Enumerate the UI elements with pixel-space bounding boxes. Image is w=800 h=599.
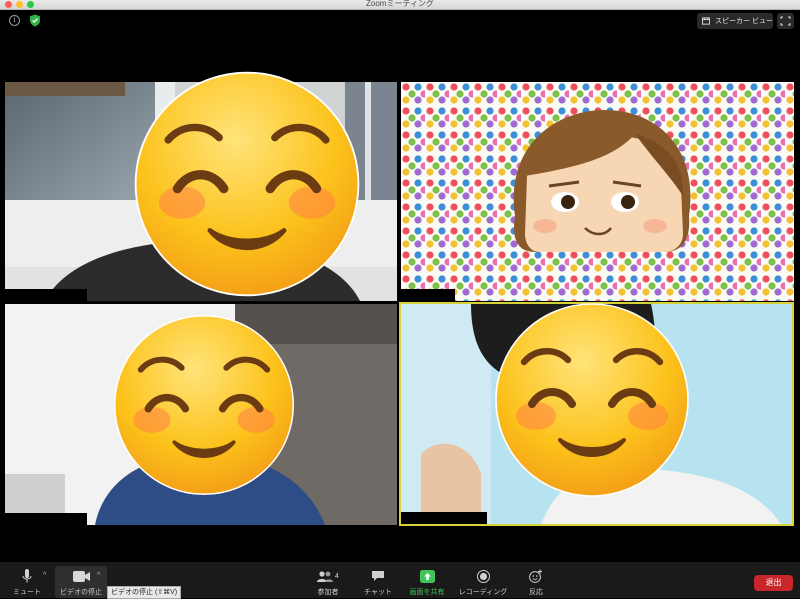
fullscreen-button[interactable] xyxy=(777,13,794,29)
video-camera-icon xyxy=(72,570,90,582)
video-tile-2[interactable] xyxy=(401,82,794,301)
mute-button[interactable]: ミュート xyxy=(8,562,46,598)
participant-name-tag xyxy=(5,289,87,301)
video-label: ビデオの停止 xyxy=(60,589,102,596)
microphone-icon xyxy=(22,568,32,582)
participants-icon xyxy=(317,570,334,582)
reactions-button[interactable]: 反応 xyxy=(522,562,550,598)
video-options-caret-icon[interactable]: ^ xyxy=(97,572,100,579)
view-grid-icon xyxy=(702,17,711,25)
smiling-face-emoji-icon xyxy=(495,303,689,497)
leave-meeting-button[interactable]: 退出 xyxy=(754,575,793,591)
participants-button[interactable]: 4 参加者 xyxy=(310,562,346,598)
window-title: Zoomミーティング xyxy=(366,0,434,8)
video-tooltip: ビデオの停止 (⇧⌘V) xyxy=(107,586,182,599)
participants-label: 参加者 xyxy=(317,589,339,596)
participant-name-tag xyxy=(401,289,455,301)
chat-label: チャット xyxy=(364,589,392,596)
record-button[interactable]: レコーディング xyxy=(455,562,511,598)
participant-name-tag xyxy=(401,512,487,524)
share-label: 画面を共有 xyxy=(409,589,445,596)
reaction-emoji-icon xyxy=(529,569,542,583)
chat-button[interactable]: チャット xyxy=(360,562,396,598)
smiling-face-emoji-icon xyxy=(113,314,295,496)
cartoon-avatar-icon xyxy=(513,110,691,252)
view-label: スピーカー ビュー xyxy=(715,18,773,25)
mute-label: ミュート xyxy=(13,589,41,596)
encryption-shield-icon[interactable] xyxy=(29,14,41,27)
participant-count: 4 xyxy=(335,572,339,580)
chat-bubble-icon xyxy=(372,571,384,581)
record-icon xyxy=(476,569,490,583)
participant-name-tag xyxy=(5,513,87,525)
smiling-face-emoji-icon xyxy=(134,71,360,297)
record-label: レコーディング xyxy=(458,589,508,596)
info-icon[interactable]: i xyxy=(9,15,20,26)
window-titlebar: Zoomミーティング xyxy=(0,0,800,10)
audio-options-caret-icon[interactable]: ^ xyxy=(43,572,46,579)
stop-video-button[interactable]: ビデオの停止 xyxy=(56,562,106,598)
reactions-label: 反応 xyxy=(529,589,543,596)
fullscreen-icon xyxy=(780,16,791,26)
speaker-view-button[interactable]: スピーカー ビュー xyxy=(697,13,773,29)
share-screen-icon xyxy=(419,569,435,583)
share-screen-button[interactable]: 画面を共有 xyxy=(405,562,449,598)
